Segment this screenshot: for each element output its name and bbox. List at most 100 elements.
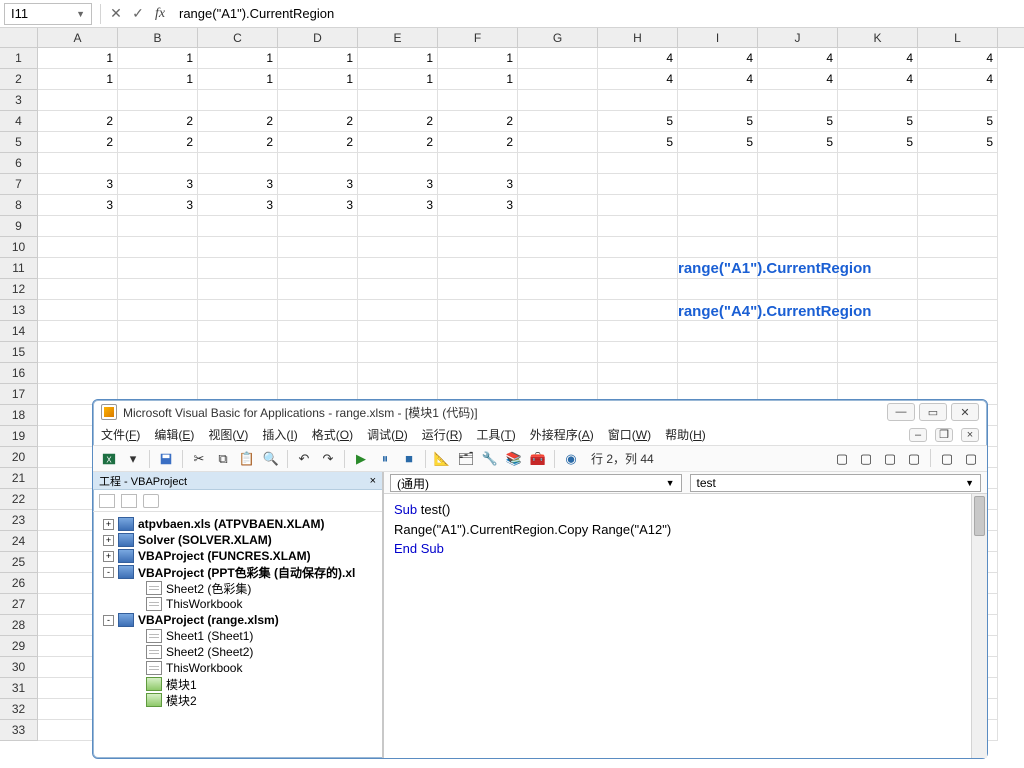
cell[interactable]	[758, 174, 838, 195]
cell[interactable]: 3	[118, 195, 198, 216]
row-header[interactable]: 20	[0, 447, 38, 468]
cell[interactable]	[838, 363, 918, 384]
cell[interactable]	[918, 300, 998, 321]
mdi-restore-button[interactable]: ❐	[935, 428, 953, 442]
code-scrollbar[interactable]	[971, 494, 987, 758]
expand-icon[interactable]: +	[103, 551, 114, 562]
cell[interactable]: 4	[678, 48, 758, 69]
cell[interactable]	[118, 216, 198, 237]
cell[interactable]	[438, 363, 518, 384]
cell[interactable]: 5	[598, 111, 678, 132]
cell[interactable]	[198, 363, 278, 384]
cell[interactable]	[358, 153, 438, 174]
cell[interactable]	[518, 153, 598, 174]
row-header[interactable]: 6	[0, 153, 38, 174]
cell[interactable]	[118, 321, 198, 342]
cell[interactable]	[598, 195, 678, 216]
cell[interactable]: 2	[438, 132, 518, 153]
menu-item[interactable]: 视图(V)	[208, 426, 248, 443]
cell[interactable]	[358, 216, 438, 237]
tree-node[interactable]: Sheet2 (Sheet2)	[95, 644, 380, 660]
cell[interactable]	[278, 216, 358, 237]
cell[interactable]	[838, 153, 918, 174]
cell[interactable]	[678, 342, 758, 363]
cell[interactable]	[38, 300, 118, 321]
cell[interactable]	[758, 90, 838, 111]
menu-item[interactable]: 文件(F)	[101, 426, 140, 443]
cell[interactable]	[758, 321, 838, 342]
cell[interactable]	[438, 300, 518, 321]
cell[interactable]	[358, 363, 438, 384]
row-header[interactable]: 7	[0, 174, 38, 195]
cell[interactable]: 2	[118, 132, 198, 153]
cell[interactable]: 4	[678, 69, 758, 90]
cell[interactable]	[598, 363, 678, 384]
cell[interactable]	[598, 342, 678, 363]
menu-item[interactable]: 格式(O)	[312, 426, 353, 443]
stop-icon[interactable]: ■	[399, 449, 419, 469]
procedure-combo[interactable]: test ▼	[690, 474, 982, 492]
row-header[interactable]: 5	[0, 132, 38, 153]
cell[interactable]	[278, 363, 358, 384]
cell[interactable]	[198, 300, 278, 321]
cell[interactable]	[278, 153, 358, 174]
mdi-close-button[interactable]: ×	[961, 428, 979, 442]
cell[interactable]: 3	[278, 195, 358, 216]
cell[interactable]: 2	[38, 132, 118, 153]
cell[interactable]	[838, 321, 918, 342]
cell[interactable]	[38, 90, 118, 111]
cell[interactable]: 3	[118, 174, 198, 195]
cell[interactable]	[838, 237, 918, 258]
project-tree[interactable]: +atpvbaen.xls (ATPVBAEN.XLAM)+Solver (SO…	[93, 512, 382, 758]
column-header[interactable]: H	[598, 28, 678, 47]
run-icon[interactable]: ▶	[351, 449, 371, 469]
tree-node[interactable]: ThisWorkbook	[95, 596, 380, 612]
redo-icon[interactable]: ↷	[318, 449, 338, 469]
menu-item[interactable]: 编辑(E)	[154, 426, 194, 443]
cell[interactable]: 2	[118, 111, 198, 132]
cell[interactable]	[758, 237, 838, 258]
cell[interactable]	[678, 363, 758, 384]
mdi-minimize-button[interactable]: –	[909, 428, 927, 442]
cell[interactable]: 5	[758, 132, 838, 153]
select-all-corner[interactable]	[0, 28, 38, 47]
cell[interactable]	[118, 153, 198, 174]
tree-node[interactable]: -VBAProject (PPT色彩集 (自动保存的).xl	[95, 564, 380, 580]
excel-icon[interactable]: X	[99, 449, 119, 469]
cell[interactable]: 4	[758, 69, 838, 90]
cell[interactable]	[358, 279, 438, 300]
tool-f-icon[interactable]: ▢	[961, 449, 981, 469]
cell[interactable]	[518, 48, 598, 69]
cell[interactable]	[438, 90, 518, 111]
tree-node[interactable]: +Solver (SOLVER.XLAM)	[95, 532, 380, 548]
cell[interactable]: 3	[198, 195, 278, 216]
tool-d-icon[interactable]: ▢	[904, 449, 924, 469]
row-header[interactable]: 12	[0, 279, 38, 300]
cell[interactable]: 3	[198, 174, 278, 195]
cell[interactable]: 4	[598, 69, 678, 90]
row-header[interactable]: 11	[0, 258, 38, 279]
cell[interactable]: 5	[918, 132, 998, 153]
tool-c-icon[interactable]: ▢	[880, 449, 900, 469]
row-header[interactable]: 27	[0, 594, 38, 615]
cell[interactable]	[38, 258, 118, 279]
cell[interactable]: 4	[838, 69, 918, 90]
tree-node[interactable]: 模块1	[95, 676, 380, 692]
cell[interactable]	[758, 153, 838, 174]
tree-node[interactable]: +atpvbaen.xls (ATPVBAEN.XLAM)	[95, 516, 380, 532]
cell[interactable]	[438, 321, 518, 342]
cell[interactable]: 3	[38, 195, 118, 216]
pause-icon[interactable]: ⏸	[375, 449, 395, 469]
row-header[interactable]: 28	[0, 615, 38, 636]
cell[interactable]: 5	[758, 111, 838, 132]
cell[interactable]: 5	[678, 132, 758, 153]
code-editor[interactable]: Sub test() Range("A1").CurrentRegion.Cop…	[384, 494, 987, 758]
cell[interactable]	[278, 279, 358, 300]
cell[interactable]: 4	[838, 48, 918, 69]
cell[interactable]	[758, 342, 838, 363]
expand-icon[interactable]: +	[103, 519, 114, 530]
cell[interactable]	[598, 258, 678, 279]
panel-close-icon[interactable]: ×	[370, 475, 376, 487]
cell[interactable]	[438, 258, 518, 279]
cell[interactable]: 1	[38, 48, 118, 69]
